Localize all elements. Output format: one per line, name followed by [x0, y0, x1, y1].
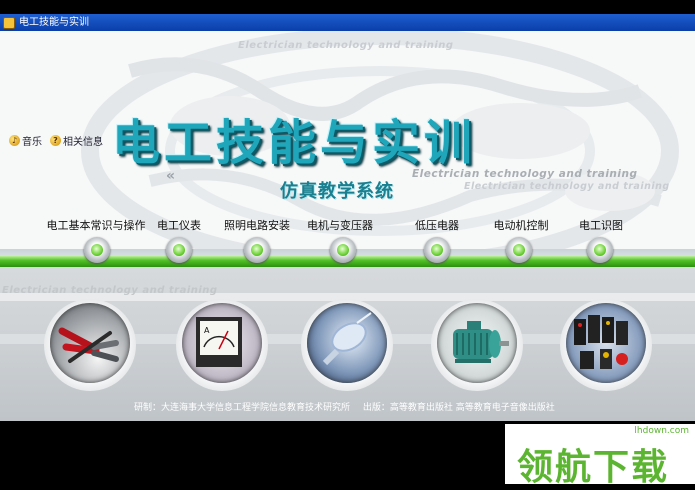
- menu-knob-instruments[interactable]: [166, 237, 192, 263]
- menu-knob-lighting[interactable]: [244, 237, 270, 263]
- menu-knob-motor-control[interactable]: [506, 237, 532, 263]
- window-title: 电工技能与实训: [19, 17, 89, 28]
- bulb-icon: [322, 312, 372, 366]
- dev-value: 大连海事大学信息工程学院信息教育技术研究所: [161, 403, 351, 413]
- info-label: 相关信息: [63, 137, 103, 148]
- info-icon: ?: [50, 135, 61, 146]
- pliers-icon: [58, 327, 119, 363]
- menu-diagrams[interactable]: 电工识图: [579, 217, 623, 233]
- switches-image: [566, 303, 646, 383]
- menu-knob-motors[interactable]: [330, 237, 356, 263]
- menu-basic-operations[interactable]: 电工基本常识与操作: [47, 217, 146, 233]
- bg-text-top: Electrician technology and training: [238, 40, 454, 51]
- music-label: 音乐: [22, 137, 42, 148]
- watermark: lhdown.com 领航下载: [505, 424, 695, 488]
- watermark-url: lhdown.com: [634, 426, 689, 436]
- pub-value: 高等教育出版社 高等教育电子音像出版社: [389, 403, 555, 413]
- music-icon: ♪: [9, 135, 20, 146]
- menu-motor-control[interactable]: 电动机控制: [494, 217, 549, 233]
- menu-knob-basic[interactable]: [84, 237, 110, 263]
- bg-text-right-2: Electrician technology and training: [464, 181, 670, 192]
- info-option[interactable]: ? 相关信息: [50, 133, 103, 148]
- logo-title: 电工技能与实训: [112, 115, 477, 171]
- motor-icon: [453, 321, 509, 363]
- bottom-black-area: lhdown.com 领航下载: [0, 421, 695, 488]
- tools-image: [50, 303, 130, 383]
- menu-knob-diagrams[interactable]: [587, 237, 613, 263]
- menu-knob-low-voltage[interactable]: [424, 237, 450, 263]
- watermark-text: 领航下载: [517, 447, 670, 488]
- music-option[interactable]: ♪ 音乐: [9, 133, 42, 148]
- menu-instruments[interactable]: 电工仪表: [157, 217, 201, 233]
- svg-text:A: A: [204, 326, 210, 335]
- top-black-strip: [0, 0, 695, 14]
- menu-lighting-circuits[interactable]: 照明电路安装: [224, 217, 290, 233]
- menu-motors-transformers[interactable]: 电机与变压器: [307, 217, 373, 233]
- switchgear-icon: [574, 315, 628, 369]
- bg-text-left: Electrician technology and training: [2, 285, 218, 296]
- ammeter-icon: A: [196, 317, 242, 367]
- pub-label: 出版：: [362, 403, 390, 413]
- main-area: Electrician technology and training Elec…: [0, 31, 695, 421]
- lamp-image: [307, 303, 387, 383]
- dev-label: 研制：: [134, 403, 162, 413]
- meter-image: A: [182, 303, 262, 383]
- menu-low-voltage[interactable]: 低压电器: [415, 217, 459, 233]
- logo-subtitle: 仿真教学系统: [280, 181, 394, 202]
- credits: 研制：大连海事大学信息工程学院信息教育技术研究所 出版：高等教育出版社 高等教育…: [134, 400, 565, 413]
- title-bar: 电工技能与实训: [0, 14, 695, 31]
- app-icon: [3, 16, 15, 29]
- arrow-decoration: «: [166, 168, 175, 184]
- motor-image: [437, 303, 517, 383]
